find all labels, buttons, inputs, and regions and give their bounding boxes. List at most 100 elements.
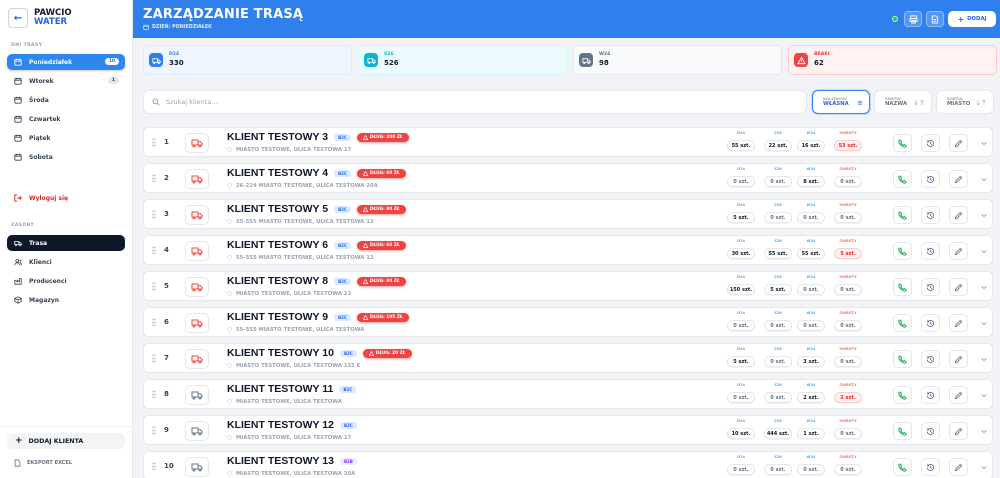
document-button[interactable] [926,11,944,27]
table-row[interactable]: 2 KLIENT TESTOWY 4 B2C DŁUG: 60 ZŁ 26-22… [143,163,993,193]
history-button[interactable] [921,134,940,152]
logout-button[interactable]: Wyloguj się [7,190,125,206]
table-row[interactable]: 1 KLIENT TESTOWY 3 B2C DŁUG: 200 ZŁ MIAS… [143,127,993,157]
client-name[interactable]: KLIENT TESTOWY 5 B2C DŁUG: 80 ZŁ [227,203,406,215]
table-row[interactable]: 5 KLIENT TESTOWY 8 B2C DŁUG: 80 ZŁ MIAST… [143,271,993,301]
table-row[interactable]: 8 KLIENT TESTOWY 11 B2C MIASTO TESTOWE, … [143,379,993,409]
drag-handle-icon[interactable] [152,390,156,399]
qty-value[interactable]: 0 szt. [834,284,862,295]
chevron-down-icon[interactable] [980,355,988,363]
qty-value[interactable]: 444 szt. [764,428,792,439]
edit-button[interactable] [949,314,968,332]
history-button[interactable] [921,458,940,476]
chevron-down-icon[interactable] [980,463,988,471]
edit-button[interactable] [949,242,968,260]
qty-value[interactable]: 5 szt. [727,356,755,367]
edit-button[interactable] [949,458,968,476]
delivery-status-button[interactable] [185,277,209,297]
call-button[interactable] [893,278,912,296]
sort-button-0[interactable]: KOLEJNOŚĆ WŁASNA ≡ [812,90,870,114]
chevron-down-icon[interactable] [980,175,988,183]
delivery-status-button[interactable] [185,241,209,261]
table-row[interactable]: 9 KLIENT TESTOWY 12 B2C MIASTO TESTOWE, … [143,415,993,445]
qty-value[interactable]: 0 szt. [764,356,792,367]
chevron-down-icon[interactable] [980,211,988,219]
sidebar-day-1[interactable]: Wtorek 1 [7,73,125,89]
add-client-button[interactable]: + DODAJ KLIENTA [7,433,125,449]
sidebar-day-5[interactable]: Sobota [7,149,125,165]
qty-value[interactable]: 0 szt. [727,392,755,403]
add-button[interactable]: + DODAJ [948,11,996,27]
qty-value[interactable]: 53 szt. [834,140,862,151]
search-bar[interactable] [143,90,807,114]
delivery-status-button[interactable] [185,169,209,189]
qty-value[interactable]: 0 szt. [834,320,862,331]
sort-button-2[interactable]: SORTUJ MIASTO ↓↑ [936,90,994,114]
chevron-down-icon[interactable] [980,319,988,327]
qty-value[interactable]: 0 szt. [727,464,755,475]
client-name[interactable]: KLIENT TESTOWY 3 B2C DŁUG: 200 ZŁ [227,131,409,143]
logo[interactable]: ← PAWCIO WATER [8,8,72,28]
history-button[interactable] [921,350,940,368]
call-button[interactable] [893,134,912,152]
history-button[interactable] [921,314,940,332]
qty-value[interactable]: 0 szt. [797,212,825,223]
qty-value[interactable]: 0 szt. [764,176,792,187]
client-name[interactable]: KLIENT TESTOWY 8 B2C DŁUG: 80 ZŁ [227,275,406,287]
edit-button[interactable] [949,350,968,368]
chevron-down-icon[interactable] [980,139,988,147]
qty-value[interactable]: 5 szt. [727,212,755,223]
edit-button[interactable] [949,206,968,224]
call-button[interactable] [893,206,912,224]
edit-button[interactable] [949,134,968,152]
client-name[interactable]: KLIENT TESTOWY 11 B2C [227,383,357,395]
call-button[interactable] [893,386,912,404]
edit-button[interactable] [949,278,968,296]
delivery-status-button[interactable] [185,349,209,369]
drag-handle-icon[interactable] [152,318,156,327]
drag-handle-icon[interactable] [152,282,156,291]
qty-value[interactable]: 0 szt. [834,428,862,439]
qty-value[interactable]: 0 szt. [834,212,862,223]
history-button[interactable] [921,422,940,440]
qty-value[interactable]: 5 szt. [764,284,792,295]
drag-handle-icon[interactable] [152,174,156,183]
client-name[interactable]: KLIENT TESTOWY 13 B2B [227,455,357,467]
chevron-down-icon[interactable] [980,391,988,399]
qty-value[interactable]: 5 szt. [834,248,862,259]
sidebar-item-2[interactable]: Producenci [7,273,125,289]
client-name[interactable]: KLIENT TESTOWY 10 B2C DŁUG: 20 ZŁ [227,347,412,359]
drag-handle-icon[interactable] [152,354,156,363]
qty-value[interactable]: 0 szt. [764,464,792,475]
sidebar-item-3[interactable]: Magazyn [7,292,125,308]
qty-value[interactable]: 10 szt. [727,428,755,439]
call-button[interactable] [893,422,912,440]
history-button[interactable] [921,278,940,296]
client-name[interactable]: KLIENT TESTOWY 9 B2C DŁUG: 105 ZŁ [227,311,409,323]
qty-value[interactable]: 150 szt. [727,284,755,295]
sidebar-day-0[interactable]: Poniedziałek 10 [7,54,125,70]
chevron-down-icon[interactable] [980,247,988,255]
qty-value[interactable]: 3 szt. [797,356,825,367]
qty-value[interactable]: 0 szt. [834,176,862,187]
qty-value[interactable]: 0 szt. [834,464,862,475]
client-name[interactable]: KLIENT TESTOWY 12 B2C [227,419,357,431]
sidebar-day-4[interactable]: Piątek [7,130,125,146]
qty-value[interactable]: 16 szt. [797,140,825,151]
qty-value[interactable]: 55 szt. [727,140,755,151]
table-row[interactable]: 3 KLIENT TESTOWY 5 B2C DŁUG: 80 ZŁ 55-55… [143,199,993,229]
qty-value[interactable]: 0 szt. [797,320,825,331]
call-button[interactable] [893,170,912,188]
qty-value[interactable]: 0 szt. [727,320,755,331]
table-row[interactable]: 7 KLIENT TESTOWY 10 B2C DŁUG: 20 ZŁ MIAS… [143,343,993,373]
delivery-status-button[interactable] [185,313,209,333]
print-button[interactable] [904,11,922,27]
drag-handle-icon[interactable] [152,210,156,219]
call-button[interactable] [893,242,912,260]
table-row[interactable]: 6 KLIENT TESTOWY 9 B2C DŁUG: 105 ZŁ 55-5… [143,307,993,337]
qty-value[interactable]: 0 szt. [797,284,825,295]
delivery-status-button[interactable] [185,205,209,225]
qty-value[interactable]: 2 szt. [797,392,825,403]
table-row[interactable]: 4 KLIENT TESTOWY 6 B2C DŁUG: 60 ZŁ 55-55… [143,235,993,265]
qty-value[interactable]: 0 szt. [797,464,825,475]
